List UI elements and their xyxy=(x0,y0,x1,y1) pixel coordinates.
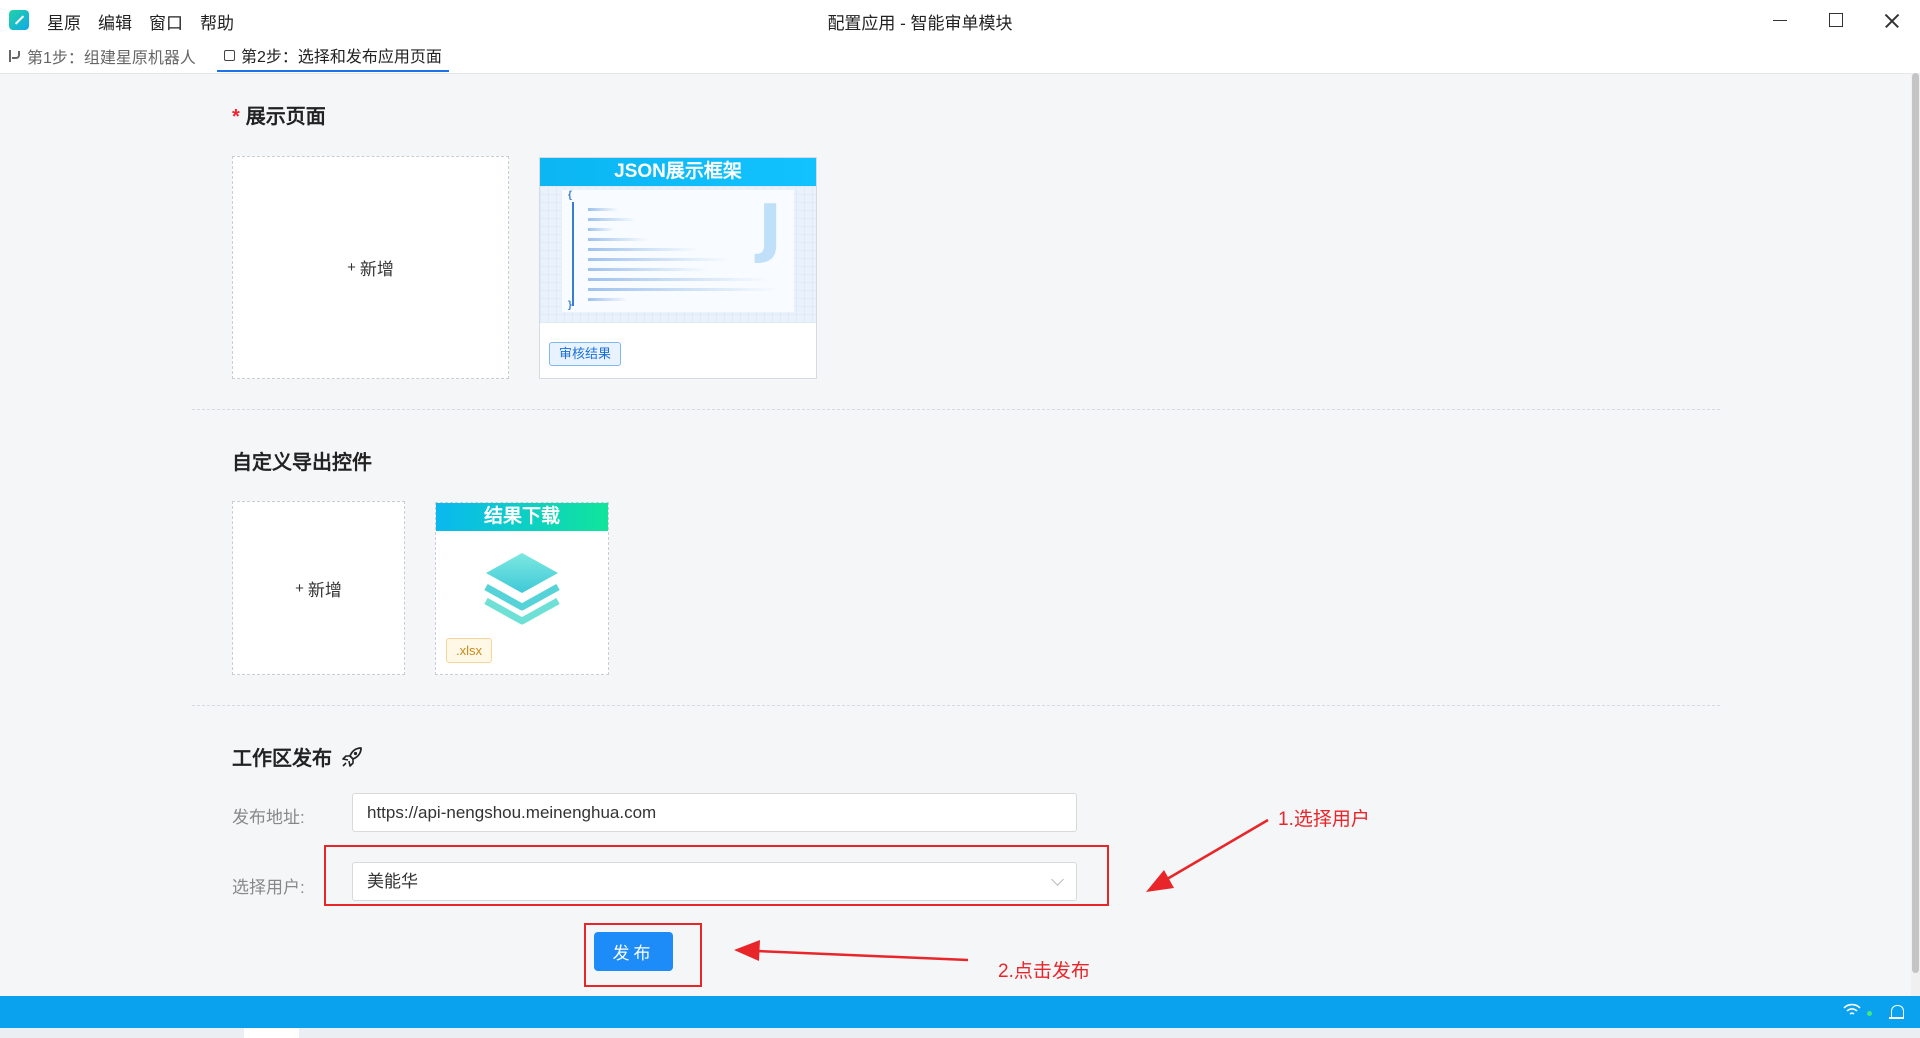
plus-icon: + xyxy=(295,579,304,597)
minimize-button[interactable] xyxy=(1751,0,1807,40)
json-preview-image: { } J xyxy=(540,186,816,323)
section-divider xyxy=(192,409,1720,410)
title-bar: 星原 编辑 窗口 帮助 配置应用 - 智能审单模块 xyxy=(0,0,1920,40)
workspace-publish-title: 工作区发布 xyxy=(232,742,364,771)
result-download-card[interactable]: 结果下载 .xlsx xyxy=(435,502,609,675)
json-preview-line xyxy=(588,228,614,231)
section-divider xyxy=(192,705,1720,706)
publish-address-input[interactable]: https://api-nengshou.meinenghua.com xyxy=(352,793,1077,832)
xlsx-tag: .xlsx xyxy=(446,638,492,663)
add-export-control-button[interactable]: + 新增 xyxy=(232,501,405,675)
taskbar-strip xyxy=(0,1028,1920,1038)
json-brace-open: { xyxy=(568,190,572,201)
add-display-page-button[interactable]: + 新增 xyxy=(232,156,509,379)
json-preview-line xyxy=(588,288,778,291)
export-controls-title: 自定义导出控件 xyxy=(232,452,372,474)
json-preview-line xyxy=(588,278,768,281)
window-title: 配置应用 - 智能审单模块 xyxy=(827,14,1013,33)
layers-icon xyxy=(484,553,560,625)
publish-address-label: 发布地址: xyxy=(232,808,305,827)
page-icon xyxy=(224,49,235,61)
arrow-to-publish-button xyxy=(734,940,969,962)
scrollbar-thumb[interactable] xyxy=(1912,73,1919,973)
json-display-frame-card[interactable]: JSON展示框架 { } J 审核结果 xyxy=(539,157,817,379)
add-display-page-label: 新增 xyxy=(359,260,394,279)
json-preview-line xyxy=(588,268,708,271)
display-pages-title: * 展示页面 xyxy=(232,100,326,129)
annotation-step-2: 2.点击发布 xyxy=(998,961,1090,982)
display-pages-title-text: 展示页面 xyxy=(245,106,326,128)
json-preview-line xyxy=(588,238,648,241)
json-preview-line xyxy=(588,208,618,211)
download-card-header: 结果下载 xyxy=(436,503,608,531)
highlight-publish-button xyxy=(584,923,702,987)
select-user-label: 选择用户: xyxy=(232,878,305,897)
highlight-select-user xyxy=(324,845,1109,906)
tab-step-1[interactable]: 第1步：组建星原机器人 xyxy=(0,40,203,72)
wifi-icon xyxy=(1843,1003,1861,1015)
json-preview-bar xyxy=(572,202,574,306)
maximize-button[interactable] xyxy=(1807,0,1863,40)
review-result-tag: 审核结果 xyxy=(549,342,622,366)
json-brace-close: } xyxy=(568,300,572,311)
json-preview-line xyxy=(588,298,628,301)
json-preview-line xyxy=(588,248,698,251)
json-preview-sheet: { } J xyxy=(562,190,794,312)
step-tab-bar: 第1步：组建星原机器人 第2步：选择和发布应用页面 xyxy=(0,40,1920,74)
tab-step-2[interactable]: 第2步：选择和发布应用页面 xyxy=(217,40,449,72)
connection-status-dot xyxy=(1867,1011,1872,1016)
rocket-icon xyxy=(342,746,362,767)
json-preview-line xyxy=(588,258,728,261)
workspace-publish-title-text: 工作区发布 xyxy=(232,748,332,770)
close-button[interactable] xyxy=(1863,0,1919,40)
add-export-control-label: 新增 xyxy=(307,580,342,600)
json-letter-icon: J xyxy=(758,192,782,266)
plus-icon: + xyxy=(347,259,356,276)
json-preview-line xyxy=(588,218,636,221)
arrow-to-select-user xyxy=(1146,818,1269,892)
status-bar xyxy=(0,996,1920,1028)
tab-step-1-label: 第1步：组建星原机器人 xyxy=(27,50,196,67)
branch-icon xyxy=(7,49,21,63)
annotation-step-1: 1.选择用户 xyxy=(1278,809,1370,830)
required-mark: * xyxy=(232,106,240,128)
json-card-header: JSON展示框架 xyxy=(540,158,816,186)
tab-step-2-label: 第2步：选择和发布应用页面 xyxy=(241,49,442,66)
bell-icon[interactable] xyxy=(1889,1005,1904,1019)
